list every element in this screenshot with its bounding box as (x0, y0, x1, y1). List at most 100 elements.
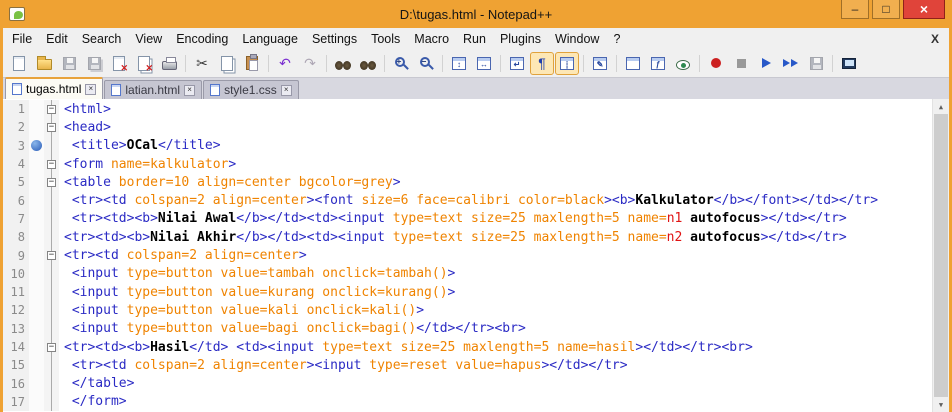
bookmark-margin[interactable] (29, 319, 44, 338)
code-line[interactable]: 17 </form> (3, 392, 932, 412)
code-line[interactable]: 16 </table> (3, 374, 932, 394)
find-icon[interactable] (331, 52, 355, 75)
code-line[interactable]: 15 <tr><td colspan=2 align=center ><input… (3, 356, 932, 375)
close-button[interactable]: × (903, 0, 945, 19)
bookmark-margin[interactable] (29, 228, 44, 247)
code-line[interactable]: 7 <tr><td><b> Nilai Awal </b></td><td><inp… (3, 209, 932, 229)
save-all-icon[interactable] (82, 52, 106, 75)
save-icon[interactable] (57, 52, 81, 75)
cut-icon[interactable]: ✂ (190, 52, 214, 75)
code-text[interactable]: <input type=button value=kali onclick=ka… (59, 301, 424, 319)
code-text[interactable]: <title> OCal </title> (59, 137, 221, 155)
word-wrap-icon[interactable]: ↵ (505, 52, 529, 75)
menu-settings[interactable]: Settings (305, 30, 364, 48)
zoom-out-icon[interactable]: − (414, 52, 438, 75)
code-line[interactable]: 3 <title> OCal </title> (3, 136, 932, 156)
tab-close-icon[interactable]: × (184, 84, 196, 96)
bookmark-margin[interactable] (29, 301, 44, 320)
macro-run-multiple-icon[interactable] (779, 52, 803, 75)
bookmark-margin[interactable] (29, 337, 44, 357)
vertical-scrollbar[interactable]: ▲ ▼ (932, 99, 949, 412)
bookmark-margin[interactable] (29, 374, 44, 393)
tab-style1-css[interactable]: style1.css × (203, 80, 299, 99)
code-line[interactable]: 5 − <table border=10 align=center bgcolor=… (3, 173, 932, 192)
print-icon[interactable] (157, 52, 181, 75)
redo-icon[interactable]: ↷ (298, 52, 322, 75)
code-text[interactable]: <tr><td colspan=2 align=center ><input ty… (59, 356, 628, 374)
bookmark-margin[interactable] (29, 264, 44, 283)
tab-close-icon[interactable]: × (85, 83, 97, 95)
code-text[interactable]: <tr><td><b> Nilai Akhir </b></td><td><inpu… (59, 228, 847, 246)
menu-plugins[interactable]: Plugins (493, 30, 548, 48)
menu-tools[interactable]: Tools (364, 30, 407, 48)
fold-collapse-icon[interactable]: − (47, 122, 56, 132)
menu-macro[interactable]: Macro (407, 30, 456, 48)
fold-collapse-icon[interactable]: − (47, 159, 56, 169)
bookmark-margin[interactable] (29, 136, 44, 155)
zoom-in-icon[interactable]: + (389, 52, 413, 75)
code-line[interactable]: 8 <tr><td><b> Nilai Akhir </b></td><td><inp… (3, 228, 932, 247)
macro-play-icon[interactable] (754, 52, 778, 75)
tab-tugas-html[interactable]: tugas.html × (5, 77, 104, 99)
menu-search[interactable]: Search (75, 30, 129, 48)
code-line[interactable]: 1 − <html> (3, 100, 932, 119)
sync-horizontal-scroll-icon[interactable]: ↔ (472, 52, 496, 75)
menu-window[interactable]: Window (548, 30, 606, 48)
fold-collapse-icon[interactable]: − (47, 104, 56, 114)
menu-view[interactable]: View (128, 30, 169, 48)
fold-collapse-icon[interactable]: − (47, 251, 56, 261)
bookmark-margin[interactable] (29, 356, 44, 375)
tab-close-icon[interactable]: × (280, 84, 292, 96)
code-line[interactable]: 13 <input type=button value=bagi onclick… (3, 319, 932, 339)
macro-stop-icon[interactable] (729, 52, 753, 75)
sync-vertical-scroll-icon[interactable]: ↕ (447, 52, 471, 75)
code-line[interactable]: 10 <input type=button value=tambah oncli… (3, 264, 932, 284)
paste-icon[interactable] (240, 52, 264, 75)
code-text[interactable]: <tr><td colspan=2 align=center > (59, 246, 307, 264)
monitoring-eye-icon[interactable] (671, 52, 695, 75)
menubar-close-document-button[interactable]: X (931, 32, 939, 46)
macro-save-icon[interactable] (804, 52, 828, 75)
code-line[interactable]: 6 <tr><td colspan=2 align=center ><font s… (3, 191, 932, 211)
function-list-icon[interactable]: ƒ (646, 52, 670, 75)
code-text[interactable]: <tr><td><b> Hasil </td> <td><input type=te… (59, 338, 753, 356)
bookmark-margin[interactable] (29, 154, 44, 174)
bookmark-margin[interactable] (29, 209, 44, 229)
menu-edit[interactable]: Edit (39, 30, 75, 48)
code-text[interactable]: <tr><td colspan=2 align=center ><font siz… (59, 191, 878, 209)
code-line[interactable]: 11 <input type=button value=kurang oncli… (3, 282, 932, 302)
code-text[interactable]: <tr><td><b> Nilai Awal </b></td><td><input… (59, 210, 847, 228)
scrollbar-thumb[interactable] (934, 114, 948, 397)
code-text[interactable]: <input type=button value=tambah onclick=… (59, 265, 456, 283)
code-text[interactable]: <input type=button value=bagi onclick=ba… (59, 320, 526, 338)
bookmark-margin[interactable] (29, 191, 44, 210)
copy-icon[interactable] (215, 52, 239, 75)
bookmark-margin[interactable] (29, 118, 44, 137)
scroll-down-icon[interactable]: ▼ (933, 397, 949, 412)
menu-language[interactable]: Language (235, 30, 305, 48)
code-line[interactable]: 2 − <head> (3, 118, 932, 137)
code-text[interactable]: <input type=button value=kurang onclick=… (59, 283, 456, 301)
close-all-files-icon[interactable] (132, 52, 156, 75)
show-all-characters-icon[interactable]: ¶ (530, 51, 554, 75)
code-text[interactable]: <head> (59, 118, 111, 136)
menu-help[interactable]: ? (606, 30, 627, 48)
code-line[interactable]: 9 − <tr><td colspan=2 align=center > (3, 246, 932, 265)
code-text[interactable]: <html> (59, 100, 111, 118)
replace-icon[interactable] (356, 52, 380, 75)
code-line[interactable]: 14 − <tr><td><b> Hasil </td> <td><input type… (3, 337, 932, 357)
macro-record-icon[interactable] (704, 52, 728, 75)
fold-collapse-icon[interactable]: − (47, 177, 56, 187)
code-line[interactable]: 4 − <form name=kalkulator > (3, 154, 932, 174)
doc-map-icon[interactable] (621, 52, 645, 75)
new-file-icon[interactable] (7, 52, 31, 75)
menu-file[interactable]: File (5, 30, 39, 48)
bookmark-margin[interactable] (29, 392, 44, 412)
bookmark-margin[interactable] (29, 173, 44, 192)
code-line[interactable]: 12 <input type=button value=kali onclick… (3, 301, 932, 320)
doc-switcher-icon[interactable] (837, 52, 861, 75)
menu-run[interactable]: Run (456, 30, 493, 48)
bookmark-margin[interactable] (29, 246, 44, 265)
show-indent-guide-icon[interactable]: ┆ (555, 51, 579, 75)
code-text[interactable]: <table border=10 align=center bgcolor=gr… (59, 173, 401, 191)
